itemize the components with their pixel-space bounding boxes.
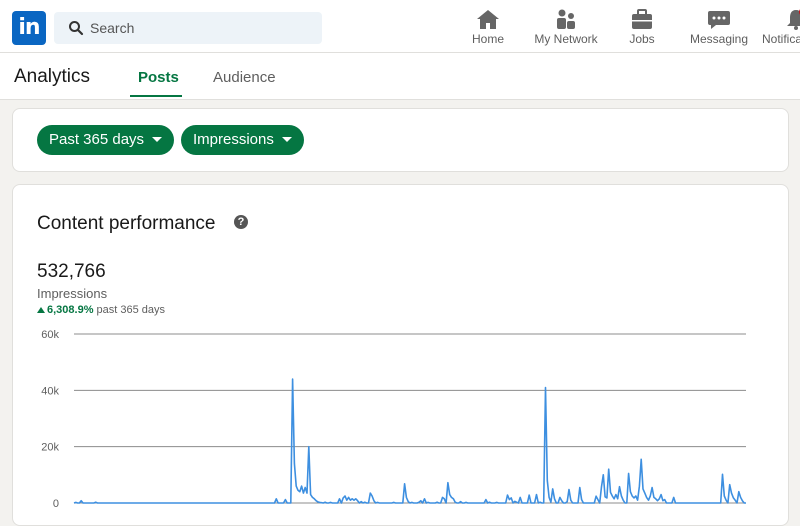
nav-label-home: Home — [471, 32, 504, 46]
y-tick-label: 20k — [41, 442, 59, 454]
nav-jobs[interactable]: Jobs — [624, 8, 660, 52]
top-navigation: in Home My Network Jobs Messaging Notifi… — [0, 0, 800, 53]
impressions-series-line — [73, 378, 746, 504]
content-performance-card: Content performance ? 532,766 Impression… — [12, 184, 789, 526]
metric-label: Impressions — [193, 131, 274, 148]
nav-notifications[interactable]: Notifications — [762, 8, 800, 52]
nav-my-network[interactable]: My Network — [530, 8, 602, 52]
nav-label-messaging: Messaging — [690, 32, 749, 46]
tab-posts[interactable]: Posts — [138, 69, 179, 86]
analytics-header: Analytics Posts Audience — [0, 53, 800, 100]
home-icon — [477, 10, 499, 29]
linkedin-logo[interactable]: in — [12, 11, 46, 45]
time-range-label: Past 365 days — [49, 131, 145, 148]
y-tick-label: 40k — [41, 385, 59, 397]
bell-icon — [787, 9, 800, 30]
nav-label-jobs: Jobs — [629, 32, 655, 46]
nav-label-my-network: My Network — [534, 32, 598, 46]
nav-label-notifications: Notifications — [762, 32, 800, 46]
search-bar[interactable] — [54, 12, 322, 44]
caret-down-icon — [152, 136, 163, 142]
network-icon — [557, 9, 575, 29]
impressions-chart: 60k 40k 20k 0 — [41, 329, 746, 510]
time-range-dropdown[interactable]: Past 365 days — [37, 125, 175, 155]
nav-home[interactable]: Home — [468, 8, 508, 52]
nav-messaging[interactable]: Messaging — [690, 8, 748, 52]
search-input[interactable] — [90, 12, 310, 44]
briefcase-icon — [632, 9, 652, 29]
y-tick-label: 0 — [53, 498, 59, 510]
page-title: Analytics — [14, 66, 91, 87]
caret-down-icon — [281, 136, 292, 142]
messaging-icon — [708, 11, 730, 29]
y-tick-label: 60k — [41, 329, 59, 341]
tab-audience[interactable]: Audience — [213, 69, 276, 86]
metric-dropdown[interactable]: Impressions — [181, 125, 304, 155]
filter-bar: Past 365 days Impressions — [12, 108, 789, 172]
search-icon — [69, 21, 84, 36]
active-tab-indicator — [130, 95, 182, 97]
